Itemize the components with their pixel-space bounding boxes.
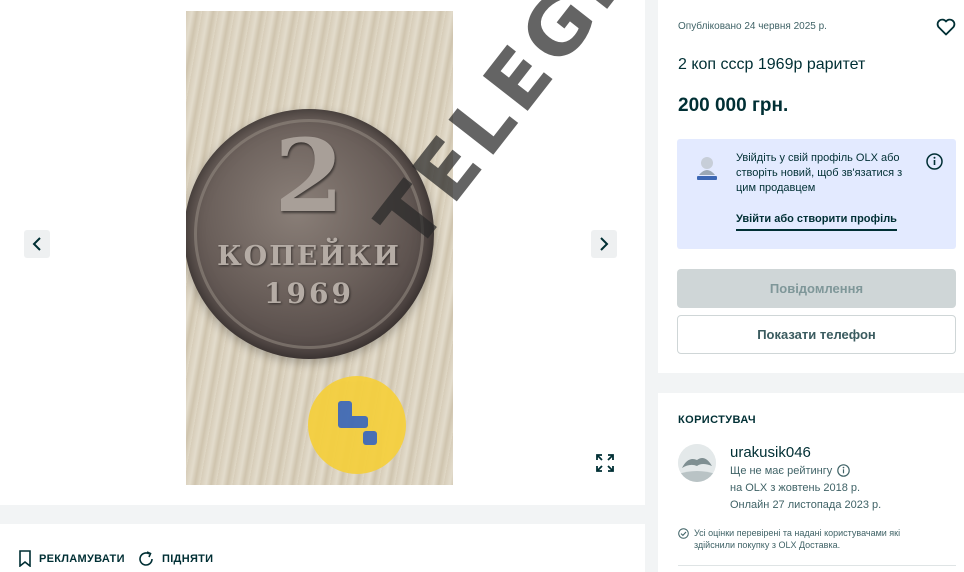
login-link[interactable]: Увійти або створити профіль (736, 213, 897, 231)
seller-card: КОРИСТУВАЧ urakusik046 Ще не має рейтинг… (658, 393, 964, 572)
ad-title: 2 коп ссср 1969р раритет (678, 56, 866, 73)
promote-button[interactable]: РЕКЛАМУВАТИ (18, 550, 125, 567)
verified-ratings-note: Усі оцінки перевірені та надані користув… (678, 527, 940, 551)
coin-word: КОПЕЙКИ (217, 241, 401, 272)
fullscreen-icon (596, 454, 614, 472)
info-icon (926, 153, 943, 170)
login-prompt-text: Увійдіть у свій профіль OLX або створіть… (736, 152, 903, 194)
ad-actions-bar: РЕКЛАМУВАТИ ПІДНЯТИ (0, 524, 645, 572)
profile-illustration-icon (697, 157, 717, 180)
user-since: на OLX з жовтень 2018 р. (730, 482, 861, 494)
prev-image-button[interactable] (24, 230, 50, 258)
avatar-placeholder-icon (678, 444, 716, 482)
divider (678, 565, 956, 566)
raise-label: ПІДНЯТИ (162, 553, 214, 565)
bookmark-icon (19, 550, 31, 567)
avatar[interactable] (678, 444, 716, 482)
fullscreen-button[interactable] (591, 449, 619, 477)
watermark-logo (308, 376, 406, 474)
info-icon[interactable] (837, 464, 851, 477)
ad-info-card: Опубліковано 24 червня 2025 р. 2 коп ссс… (658, 0, 964, 373)
ad-price: 200 000 грн. (678, 95, 789, 116)
chevron-right-icon (600, 237, 609, 251)
promote-label: РЕКЛАМУВАТИ (39, 552, 125, 565)
message-button[interactable]: Повідомлення (677, 269, 956, 308)
published-date: Опубліковано 24 червня 2025 р. (678, 21, 827, 32)
favorite-button[interactable] (936, 18, 956, 41)
login-prompt-box: Увійдіть у свій профіль OLX або створіть… (677, 139, 956, 249)
raise-button[interactable]: ПІДНЯТИ (137, 550, 213, 568)
verified-note-text: Усі оцінки перевірені та надані користув… (694, 528, 901, 550)
user-rating-text: Ще не має рейтингу (730, 464, 833, 477)
ad-photo[interactable]: 2 КОПЕЙКИ 1969 (186, 11, 453, 485)
user-rating: Ще не має рейтингу (730, 464, 851, 477)
show-phone-button[interactable]: Показати телефон (677, 315, 956, 354)
image-gallery: 2 КОПЕЙКИ 1969 (0, 0, 645, 505)
user-last-online: Онлайн 27 листопада 2023 р. (730, 499, 882, 511)
user-heading: КОРИСТУВАЧ (678, 414, 756, 426)
coin-year: 1969 (264, 277, 354, 310)
coin-denomination: 2 (274, 117, 344, 235)
check-circle-icon (678, 528, 689, 539)
chevron-left-icon (32, 237, 41, 251)
heart-icon (936, 18, 956, 36)
next-image-button[interactable] (591, 230, 617, 258)
coin-image: 2 КОПЕЙКИ 1969 (186, 109, 434, 359)
refresh-icon (139, 551, 153, 566)
user-name[interactable]: urakusik046 (730, 444, 811, 461)
